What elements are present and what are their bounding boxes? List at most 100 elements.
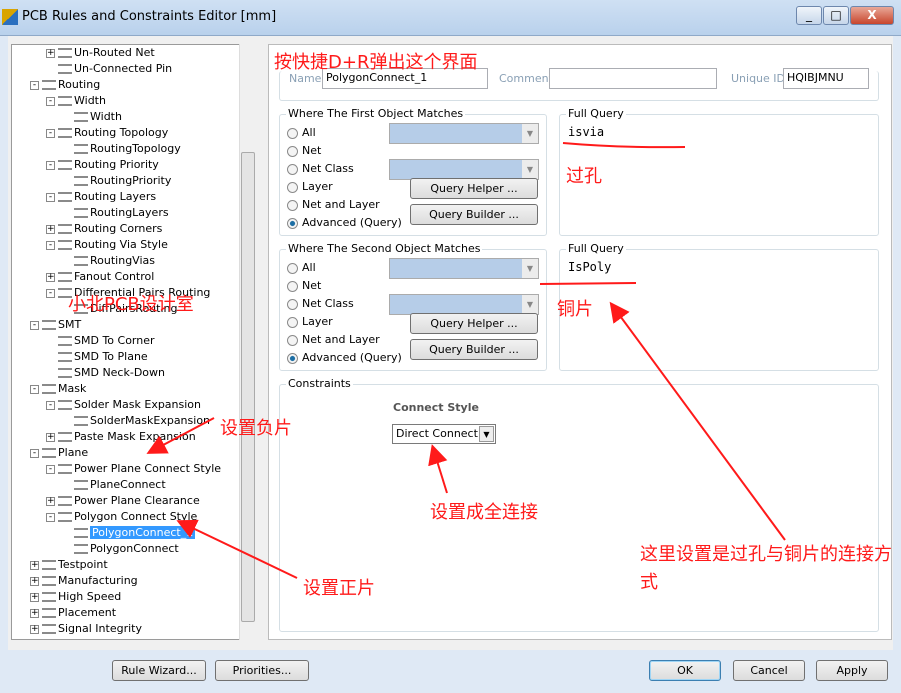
radio-button[interactable] [287, 145, 298, 157]
tree-item[interactable]: RoutingVias [62, 253, 155, 269]
tree-item[interactable]: - Width [46, 93, 106, 109]
radio-option[interactable]: Net [287, 279, 321, 292]
query-builder-button[interactable]: Query Builder ... [410, 339, 538, 360]
tree-item[interactable]: SMD To Corner [46, 333, 155, 349]
radio-option[interactable]: Layer [287, 180, 333, 193]
expand-icon[interactable]: + [30, 560, 39, 570]
expand-icon[interactable]: + [46, 224, 55, 234]
tree-scrollbar[interactable] [239, 44, 256, 640]
tree-item[interactable]: + High Speed [30, 589, 121, 605]
radio-option[interactable]: Advanced (Query) [287, 216, 402, 229]
tree-item[interactable]: + Routing Corners [46, 221, 162, 237]
collapse-icon[interactable]: - [30, 384, 39, 394]
close-button[interactable]: X [850, 6, 894, 25]
expand-icon[interactable]: + [46, 432, 55, 442]
radio-button[interactable] [287, 199, 298, 211]
tree-item[interactable]: - SMT [30, 317, 81, 333]
expand-icon[interactable]: + [30, 576, 39, 586]
radio-option[interactable]: Net [287, 144, 321, 157]
tree-item[interactable]: PolygonConnect [62, 541, 179, 557]
net-class-combo[interactable]: ▼ [389, 294, 539, 315]
radio-button[interactable] [287, 163, 298, 175]
tree-item[interactable]: RoutingTopology [62, 141, 181, 157]
tree-item[interactable]: SMD Neck-Down [46, 365, 165, 381]
cancel-button[interactable]: Cancel [733, 660, 805, 681]
query-builder-button[interactable]: Query Builder ... [410, 204, 538, 225]
radio-option[interactable]: All [287, 261, 316, 274]
scroll-thumb[interactable] [241, 152, 255, 622]
connect-style-dropdown[interactable]: Direct Connect ▼ [392, 424, 496, 444]
collapse-icon[interactable]: - [46, 240, 55, 250]
tree-item[interactable]: PolygonConnect_1 [62, 525, 196, 541]
net-combo[interactable]: ▼ [389, 258, 539, 279]
radio-option[interactable]: Net and Layer [287, 198, 380, 211]
priorities-button[interactable]: Priorities... [215, 660, 309, 681]
tree-item[interactable]: + Fanout Control [46, 269, 154, 285]
net-class-combo[interactable]: ▼ [389, 159, 539, 180]
tree-item[interactable]: SolderMaskExpansion [62, 413, 210, 429]
tree-item[interactable]: - Routing Topology [46, 125, 168, 141]
net-combo[interactable]: ▼ [389, 123, 539, 144]
tree-item[interactable]: + Power Plane Clearance [46, 493, 200, 509]
radio-option[interactable]: Advanced (Query) [287, 351, 402, 364]
tree-item[interactable]: - Plane [30, 445, 88, 461]
uid-input[interactable]: HQIBJMNU [783, 68, 869, 89]
tree-item[interactable]: Width [62, 109, 122, 125]
tree-item[interactable]: + Manufacturing [30, 573, 138, 589]
ok-button[interactable]: OK [649, 660, 721, 681]
tree-item[interactable]: - Routing Layers [46, 189, 156, 205]
radio-button[interactable] [287, 262, 298, 274]
expand-icon[interactable]: + [46, 496, 55, 506]
query-helper-button[interactable]: Query Helper ... [410, 313, 538, 334]
tree-item[interactable]: - Routing [30, 77, 100, 93]
collapse-icon[interactable]: - [46, 128, 55, 138]
radio-button[interactable] [287, 316, 298, 328]
tree-item[interactable]: SMD To Plane [46, 349, 148, 365]
tree-item[interactable]: - Solder Mask Expansion [46, 397, 201, 413]
tree-item[interactable]: - Power Plane Connect Style [46, 461, 221, 477]
tree-item[interactable]: + Placement [30, 605, 116, 621]
minimize-button[interactable]: _ [796, 6, 822, 25]
collapse-icon[interactable]: - [46, 512, 55, 522]
tree-item[interactable]: + Signal Integrity [30, 621, 142, 637]
expand-icon[interactable]: + [46, 272, 55, 282]
collapse-icon[interactable]: - [46, 400, 55, 410]
tree-item[interactable]: RoutingPriority [62, 173, 171, 189]
expand-icon[interactable]: + [30, 592, 39, 602]
query-helper-button[interactable]: Query Helper ... [410, 178, 538, 199]
tree-item[interactable]: - Mask [30, 381, 86, 397]
radio-button[interactable] [287, 352, 298, 364]
radio-option[interactable]: All [287, 126, 316, 139]
tree-item[interactable]: + Paste Mask Expansion [46, 429, 196, 445]
comment-input[interactable] [549, 68, 717, 89]
radio-option[interactable]: Net Class [287, 297, 354, 310]
expand-icon[interactable]: + [46, 48, 55, 58]
second-query-text[interactable]: IsPoly [568, 260, 611, 274]
rule-wizard-button[interactable]: Rule Wizard... [112, 660, 206, 681]
apply-button[interactable]: Apply [816, 660, 888, 681]
collapse-icon[interactable]: - [30, 448, 39, 458]
radio-button[interactable] [287, 127, 298, 139]
radio-button[interactable] [287, 334, 298, 346]
collapse-icon[interactable]: - [46, 96, 55, 106]
radio-button[interactable] [287, 298, 298, 310]
tree-item[interactable]: + Testpoint [30, 557, 108, 573]
expand-icon[interactable]: + [30, 608, 39, 618]
collapse-icon[interactable]: - [30, 320, 39, 330]
collapse-icon[interactable]: - [46, 464, 55, 474]
first-query-text[interactable]: isvia [568, 125, 604, 139]
collapse-icon[interactable]: - [46, 160, 55, 170]
radio-button[interactable] [287, 280, 298, 292]
radio-button[interactable] [287, 181, 298, 193]
radio-option[interactable]: Net Class [287, 162, 354, 175]
chevron-down-icon[interactable]: ▼ [479, 426, 494, 442]
tree-item[interactable]: - Routing Via Style [46, 237, 168, 253]
expand-icon[interactable]: + [30, 624, 39, 634]
rule-tree[interactable]: + Un-Routed Net Un-Connected Pin - Routing - W… [11, 44, 256, 640]
tree-item[interactable]: RoutingLayers [62, 205, 169, 221]
collapse-icon[interactable]: - [46, 192, 55, 202]
tree-item[interactable]: PlaneConnect [62, 477, 166, 493]
tree-item[interactable]: + Un-Routed Net [46, 45, 155, 61]
tree-item[interactable]: - Routing Priority [46, 157, 159, 173]
collapse-icon[interactable]: - [46, 288, 55, 298]
